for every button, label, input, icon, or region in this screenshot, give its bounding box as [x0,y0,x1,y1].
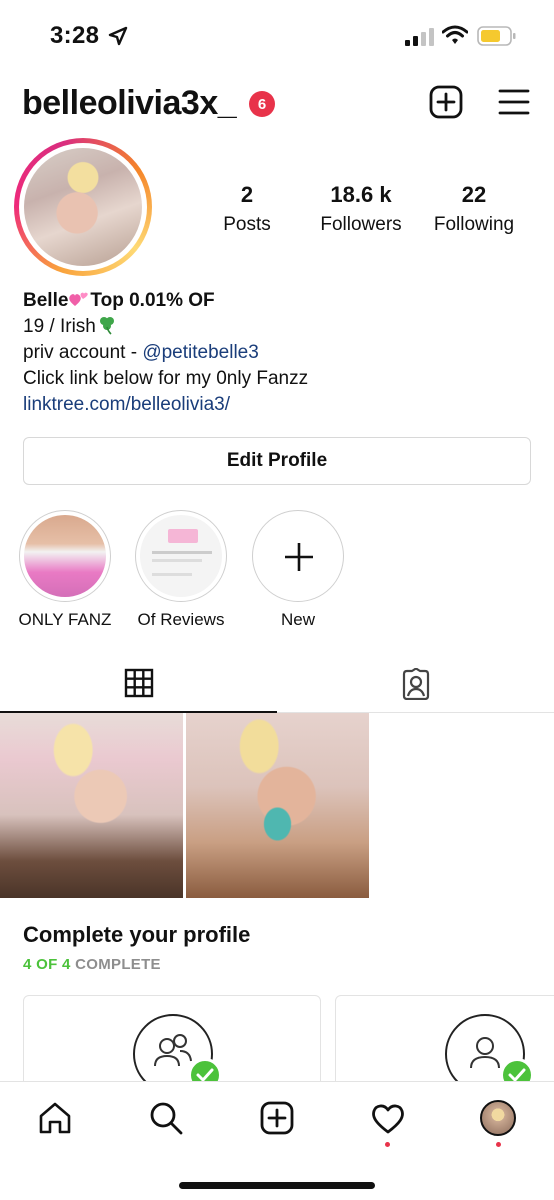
profile-stats: 2 Posts 18.6 k Followers 22 Following [190,182,540,242]
complete-profile-title: Complete your profile [23,922,251,947]
highlight-cover [135,510,227,602]
bio-name: Belle [23,290,69,311]
highlight-of-reviews[interactable]: Of Reviews [131,510,231,630]
new-highlight-circle [252,510,344,602]
activity-indicator-dot [385,1142,390,1147]
two-hearts-icon [69,292,89,306]
highlight-label: Of Reviews [137,610,225,629]
profile-avatar[interactable] [14,138,152,276]
bio-priv-prefix: priv account - [23,342,143,363]
grid-post[interactable] [0,713,183,898]
highlight-label: New [280,610,315,629]
highlight-cover-photo [140,515,222,597]
following-stat[interactable]: 22 Following [419,182,529,236]
nav-home[interactable] [35,1098,75,1138]
notification-badge[interactable]: 6 [249,91,275,117]
complete-profile-progress: 4 OF 4 COMPLETE [23,956,161,973]
profile-indicator-dot [496,1142,501,1147]
location-arrow-icon [108,26,128,46]
profile-header: belleolivia3x_ 6 [0,72,554,136]
bio-age-nationality: 19 / Irish [23,316,96,337]
menu-icon[interactable] [498,88,530,116]
username-title[interactable]: belleolivia3x_ [22,84,237,123]
status-time: 3:28 [50,22,100,49]
battery-icon [477,26,516,46]
tagged-icon [402,668,429,700]
home-icon [39,1102,71,1134]
bio-line-3: priv account - @petitebelle3 [23,340,533,366]
highlight-label: ONLY FANZ [18,610,112,629]
wifi-icon [442,25,468,44]
avatar-photo [24,148,142,266]
tab-tagged[interactable] [277,655,554,713]
profile-tabs [0,655,554,713]
posts-grid [0,713,554,898]
progress-count: 4 OF 4 [23,956,71,973]
edit-profile-button[interactable]: Edit Profile [23,437,531,485]
add-post-icon [260,1101,294,1135]
shamrock-icon [99,317,114,335]
followers-stat[interactable]: 18.6 k Followers [306,182,416,236]
following-count: 22 [461,182,487,207]
profile-bio: Belle Top 0.01% OF 19 / Irish priv accou… [23,288,533,418]
nav-search[interactable] [146,1098,186,1138]
cellular-signal-icon [405,28,434,46]
highlight-only-fanz[interactable]: ONLY FANZ [15,510,115,630]
followers-label: Followers [320,214,402,235]
plus-icon [285,543,313,571]
posts-label: Posts [223,214,271,235]
bio-name-line: Belle Top 0.01% OF [23,288,533,314]
highlight-new[interactable]: New [248,510,348,630]
posts-stat[interactable]: 2 Posts [192,182,302,236]
add-post-icon[interactable] [429,85,463,119]
tab-posts-grid[interactable] [0,655,277,713]
bio-line-4: Click link below for my 0nly Fanzz [23,368,309,389]
nav-create[interactable] [257,1098,297,1138]
grid-icon [124,668,153,698]
following-label: Following [433,214,515,235]
progress-label: COMPLETE [75,956,161,973]
status-bar: 3:28 [0,0,554,72]
activity-heart-icon [372,1104,404,1134]
followers-count: 18.6 k [330,182,392,207]
bio-line-2: 19 / Irish [23,314,533,340]
nav-activity[interactable] [368,1098,408,1138]
bio-name-suffix: Top 0.01% OF [90,290,215,311]
avatar-ring-gap [19,143,147,271]
search-icon [150,1102,183,1135]
home-indicator[interactable] [179,1182,375,1189]
profile-avatar-icon [480,1100,516,1136]
bio-mention-link[interactable]: @petitebelle3 [142,342,258,363]
nav-profile[interactable] [478,1098,518,1138]
highlight-cover-photo [24,515,106,597]
highlight-cover [19,510,111,602]
bio-website-link[interactable]: linktree.com/belleolivia3/ [23,392,533,418]
posts-count: 2 [240,182,254,207]
grid-post[interactable] [186,713,369,898]
